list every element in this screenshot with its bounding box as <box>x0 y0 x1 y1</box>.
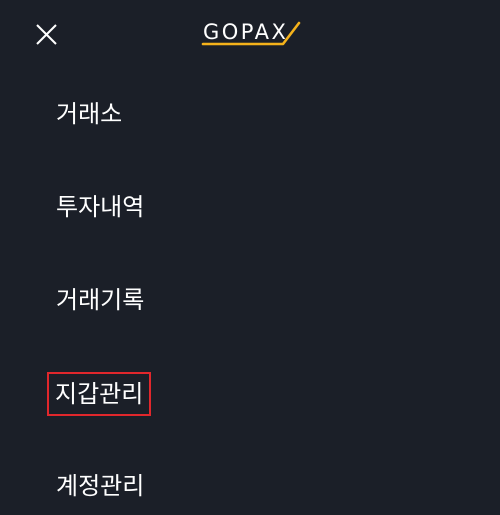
menu-item-account-management[interactable]: 계정관리 <box>56 466 144 506</box>
menu-item-exchange[interactable]: 거래소 <box>56 94 122 134</box>
menu-item-trade-history[interactable]: 거래기록 <box>56 280 144 320</box>
menu-item-investment-history[interactable]: 투자내역 <box>56 187 144 227</box>
menu-item-wallet-management[interactable]: 지갑관리 <box>46 372 152 416</box>
side-menu: 거래소 투자내역 거래기록 지갑관리 계정관리 <box>0 0 500 515</box>
